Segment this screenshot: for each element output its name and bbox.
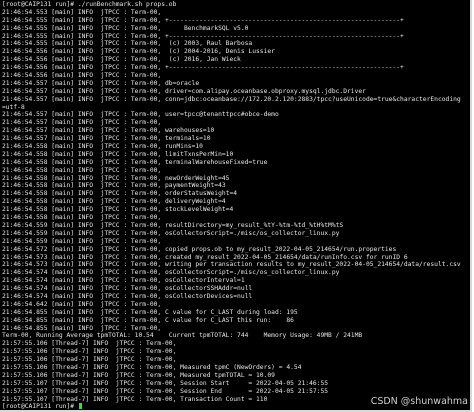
terminal-line: =utf-8	[2, 103, 25, 111]
terminal-line: 21:46:54.556 [main] INFO jTPCC : Term-00…	[2, 48, 275, 56]
terminal-line: 21:46:54.855 [main] INFO jTPCC : Term-00…	[2, 316, 294, 324]
terminal-line: 21:46:54.553 [main] INFO jTPCC : Term-00…	[2, 8, 166, 16]
terminal-line: 21:46:54.557 [main] INFO jTPCC : Term-00…	[2, 79, 200, 87]
terminal-line: 21:46:54.574 [main] INFO jTPCC : Term-00…	[2, 269, 340, 277]
terminal-line: 21:57:55.106 [Thread-7] INFO jTPCC : Ter…	[2, 348, 181, 356]
terminal-line: 21:46:54.574 [main] INFO jTPCC : Term-00…	[2, 277, 245, 285]
terminal-line: 21:46:54.573 [main] INFO jTPCC : Term-00…	[2, 253, 408, 261]
terminal-line: Term-00, Running Average tpmTOTAL: 10.54…	[2, 332, 363, 340]
terminal-line: 21:46:54.555 [main] INFO jTPCC : Term-00…	[2, 24, 249, 32]
terminal-line: 21:46:54.556 [main] INFO jTPCC : Term-00…	[2, 64, 404, 72]
terminal-line: 21:57:55.107 [Thread-7] INFO jTPCC : Ter…	[2, 379, 329, 387]
terminal-line: 21:46:54.557 [main] INFO jTPCC : Term-00…	[2, 111, 279, 119]
terminal-line: 21:57:55.106 [Thread-7] INFO jTPCC : Ter…	[2, 363, 302, 371]
terminal-line: 21:46:54.557 [main] INFO jTPCC : Term-00…	[2, 127, 215, 135]
terminal-line: 21:46:54.855 [main] INFO jTPCC : Term-00…	[2, 324, 166, 332]
terminal-output: [root@CAIP131 run]# ./runBenchmark.sh pr…	[2, 1, 470, 410]
terminal-line: 21:46:54.558 [main] INFO jTPCC : Term-00…	[2, 143, 203, 151]
terminal-line: 21:46:54.555 [main] INFO jTPCC : Term-00…	[2, 40, 253, 48]
terminal-line: 21:46:54.559 [main] INFO jTPCC : Term-00…	[2, 229, 340, 237]
terminal-line: 21:57:55.107 [Thread-7] INFO jTPCC : Ter…	[2, 387, 329, 395]
terminal-line: 21:46:54.574 [main] INFO jTPCC : Term-00…	[2, 292, 253, 300]
terminal-line: 21:46:54.855 [main] INFO jTPCC : Term-00…	[2, 308, 298, 316]
terminal-line: 21:46:54.558 [main] INFO jTPCC : Term-00…	[2, 198, 226, 206]
terminal-line: 21:46:54.555 [main] INFO jTPCC : Term-00…	[2, 16, 404, 24]
terminal-line: 21:46:54.559 [main] INFO jTPCC : Term-00…	[2, 221, 344, 229]
terminal-line: 21:46:54.558 [main] INFO jTPCC : Term-00…	[2, 190, 238, 198]
terminal-line: 21:46:54.558 [main] INFO jTPCC : Term-00…	[2, 150, 234, 158]
terminal-line: [root@CAIP131 run]# ./runBenchmark.sh pr…	[2, 1, 177, 8]
csdn-watermark: CSDN @shunwahma	[370, 396, 468, 407]
terminal-line: 21:46:54.574 [main] INFO jTPCC : Term-00…	[2, 285, 253, 293]
terminal-line: 21:46:54.558 [main] INFO jTPCC : Term-00…	[2, 174, 230, 182]
terminal-line: 21:46:54.557 [main] INFO jTPCC : Term-00…	[2, 95, 461, 103]
terminal-line: 21:46:54.556 [main] INFO jTPCC : Term-00…	[2, 56, 241, 64]
terminal-line: 21:46:54.558 [main] INFO jTPCC : Term-00…	[2, 214, 166, 222]
terminal-line: 21:46:54.558 [main] INFO jTPCC : Term-00…	[2, 158, 268, 166]
terminal-window[interactable]: [root@CAIP131 run]# ./runBenchmark.sh pr…	[0, 0, 472, 412]
terminal-line: 21:46:54.556 [main] INFO jTPCC : Term-00…	[2, 72, 166, 80]
terminal-line: 21:46:54.557 [main] INFO jTPCC : Term-00…	[2, 87, 366, 95]
terminal-line: 21:46:54.559 [main] INFO jTPCC : Term-00…	[2, 237, 166, 245]
terminal-line: 21:57:55.106 [Thread-7] INFO jTPCC : Ter…	[2, 340, 181, 348]
terminal-line: 21:46:54.558 [main] INFO jTPCC : Term-00…	[2, 182, 226, 190]
terminal-line: 21:46:54.557 [main] INFO jTPCC : Term-00…	[2, 119, 166, 127]
terminal-line: 21:57:55.106 [Thread-7] INFO jTPCC : Ter…	[2, 371, 275, 379]
terminal-line: 21:46:54.555 [main] INFO jTPCC : Term-00…	[2, 32, 404, 40]
terminal-line: 21:46:54.572 [main] INFO jTPCC : Term-00…	[2, 245, 397, 253]
terminal-line: 21:46:54.557 [main] INFO jTPCC : Term-00…	[2, 135, 211, 143]
terminal-cursor	[78, 403, 83, 410]
terminal-line: 21:46:54.642 [main] INFO jTPCC : Term-00…	[2, 300, 166, 308]
terminal-line: 21:46:54.558 [main] INFO jTPCC : Term-00…	[2, 166, 166, 174]
terminal-line: 21:46:54.573 [main] INFO jTPCC : Term-00…	[2, 261, 461, 269]
terminal-line: 21:57:55.106 [Thread-7] INFO jTPCC : Ter…	[2, 356, 181, 364]
terminal-line: 21:46:54.558 [main] INFO jTPCC : Term-00…	[2, 206, 234, 214]
